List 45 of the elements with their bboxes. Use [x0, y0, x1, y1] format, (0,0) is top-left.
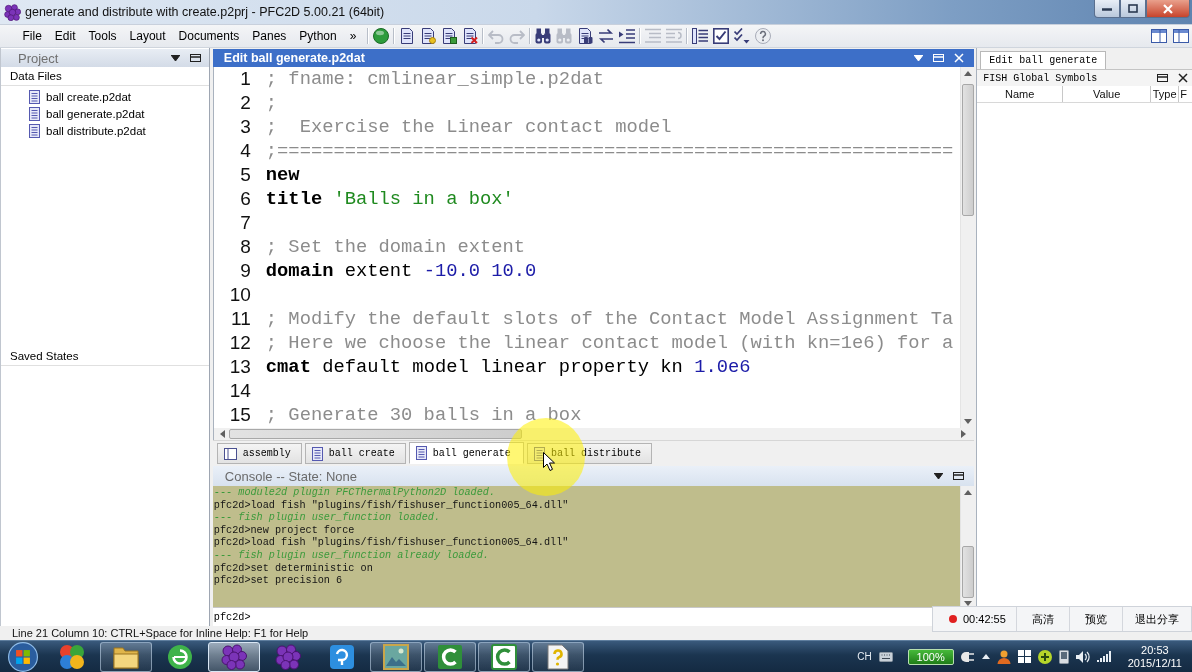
console-line: pfc2d>load fish "plugins/fish/fishuser_function005_64.dll": [213, 499, 570, 512]
line-number: 7: [239, 212, 252, 234]
panel-title: FISH Global Symbols: [983, 72, 1098, 84]
line-number: 13: [228, 356, 252, 378]
line-number: 5: [239, 164, 252, 186]
code-line: ; Exercise the Linear contact model: [265, 116, 672, 138]
code-line: ; Here we choose the linear contact model (with kn=1e6) for a: [265, 332, 954, 354]
code-line: title 'Balls in a box': [265, 188, 514, 210]
line-number: 2: [239, 92, 252, 114]
line-number: 11: [230, 308, 252, 330]
console-line: --- fish plugin user_function already loaded.: [213, 549, 490, 563]
code-line: domain extent -10.0 10.0: [265, 260, 537, 282]
console-line: --- fish plugin user_function loaded.: [213, 512, 442, 525]
code-line: cmat default model linear property kn 1.0e6: [265, 356, 751, 378]
line-number: 4: [239, 140, 252, 162]
editor-title: Edit ball generate.p2dat: [223, 51, 365, 65]
line-number: 1: [239, 68, 252, 90]
line-number: 14: [228, 380, 252, 402]
console-line: pfc2d>load fish "plugins/fish/fishuser_function005_64.dll": [213, 537, 570, 550]
console-title: Console -- State: None: [224, 468, 358, 484]
console-line: pfc2d>set precision 6: [213, 575, 344, 588]
code-line: ;============================================================: [265, 140, 954, 162]
code-line: ;: [265, 92, 278, 114]
line-number: 10: [228, 284, 252, 306]
section-title: Saved States: [1, 347, 209, 366]
status-text: Line 21 Column 10: CTRL+Space for Inline Help: F1 for Help: [12, 627, 309, 640]
console-line: pfc2d>new project force: [213, 524, 356, 537]
line-number: 8: [239, 236, 252, 258]
console-prompt: pfc2d>: [213, 611, 251, 623]
code-line: ; fname: cmlinear_simple.p2dat: [265, 68, 604, 90]
console-line: pfc2d>set deterministic on: [213, 562, 374, 575]
window-title: generate and distribute with create.p2prj - PFC2D 5.00.21 (64bit): [25, 5, 385, 19]
line-number: 15: [228, 404, 252, 426]
panel-title: Project: [18, 50, 59, 66]
line-number: 12: [228, 332, 252, 354]
recording-time: 00:42:55: [963, 613, 1006, 625]
line-number: 6: [239, 188, 252, 210]
line-number: 3: [239, 116, 252, 138]
console-line: --- module2d plugin PFCThermalPython2D loaded.: [213, 487, 497, 500]
code-line: ; Modify the default slots of the Contact Model Assignment Ta: [265, 308, 954, 330]
code-line: ; Set the domain extent: [265, 236, 526, 258]
line-number: 9: [239, 260, 252, 282]
section-title: Data Files: [1, 67, 209, 86]
code-line: new: [265, 164, 300, 186]
code-line: ; Generate 30 balls in a box: [265, 404, 582, 426]
